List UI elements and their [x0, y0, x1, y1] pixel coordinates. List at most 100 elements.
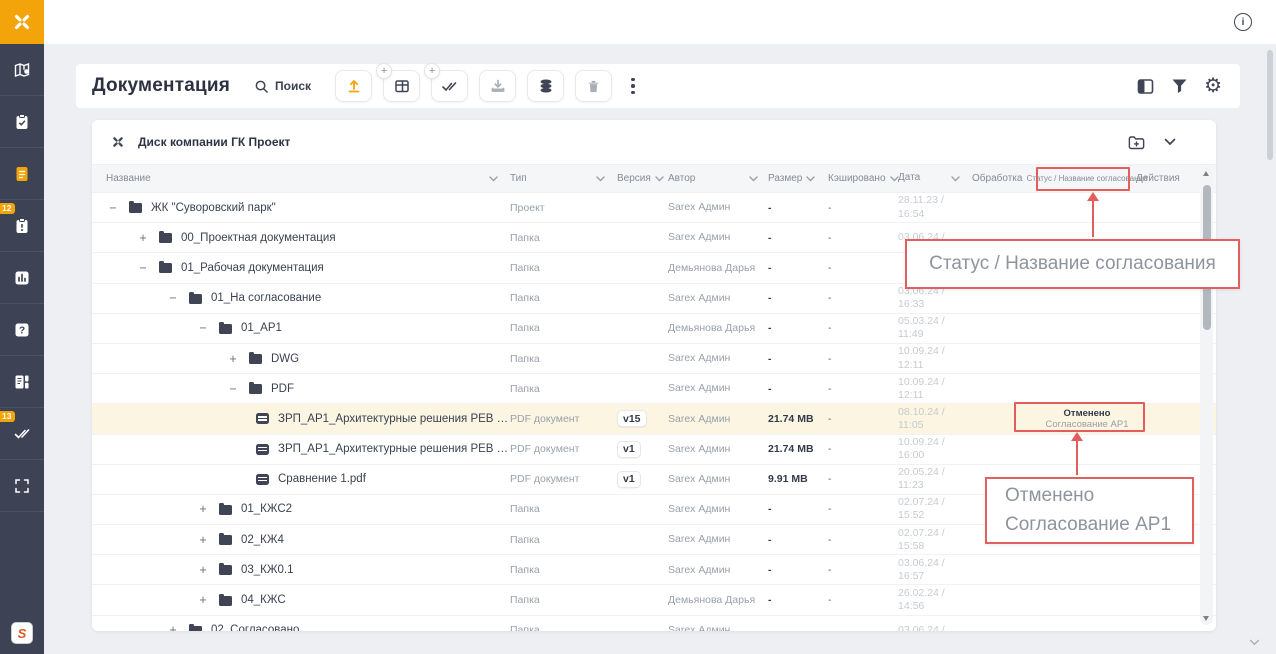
version-badge[interactable]: v1 [617, 471, 641, 488]
item-name[interactable]: 01_АР1 [241, 322, 282, 334]
table-row[interactable]: ЗРП_АР1_Архитектурные решения РЕВ 2.pdfP… [92, 435, 1216, 465]
item-name[interactable]: ЗРП_АР1_Архитектурные решения РЕВ 1.pdf [278, 413, 510, 425]
table-row[interactable]: +03_КЖ0.1ПапкаSarex Админ--03.06.24 /16:… [92, 555, 1216, 585]
item-name[interactable]: 01_КЖС2 [241, 503, 292, 515]
sidebar-item-tasks[interactable] [0, 96, 44, 148]
date-text: 10.09.24 / [898, 345, 972, 358]
annotation-arrow-up-2 [1076, 440, 1078, 475]
download-button[interactable] [479, 70, 516, 102]
tasks-icon [12, 112, 32, 132]
date-text: 02.07.24 / [898, 496, 972, 509]
version-badge[interactable]: v15 [617, 410, 647, 427]
new-folder-icon[interactable] [1127, 134, 1146, 151]
sidebar-item-analytics[interactable] [0, 252, 44, 304]
sort-chevron-icon [951, 176, 960, 182]
expand-toggle[interactable]: + [226, 352, 240, 366]
drive-collapse-chevron-icon[interactable] [1164, 138, 1176, 146]
item-name[interactable]: 02_КЖ4 [241, 534, 284, 546]
column-header-date[interactable]: Дата [898, 172, 972, 185]
table-row[interactable]: −PDFПапкаSarex Админ--10.09.24 /12:11 [92, 374, 1216, 404]
delete-button[interactable] [575, 70, 612, 102]
column-header-author[interactable]: Автор [668, 173, 768, 185]
expand-toggle[interactable]: + [196, 563, 210, 577]
app-logo[interactable] [0, 0, 44, 44]
settings-gear-icon[interactable]: ⚙ [1204, 76, 1222, 96]
item-name[interactable]: 01_На согласование [211, 292, 321, 304]
sidebar-item-help[interactable]: ? [0, 304, 44, 356]
table-row[interactable]: +04_КЖСПапкаДемьянова Дарья--26.02.24 /1… [92, 585, 1216, 615]
page-scroll-down-icon[interactable] [1249, 639, 1260, 646]
cached-cell: - [828, 262, 898, 274]
size-cell: 9.91 MB [768, 473, 828, 485]
time-text: 14:56 [898, 600, 972, 613]
date-text: 03.06.24 / [898, 624, 972, 631]
side-panel-icon[interactable] [1136, 77, 1155, 96]
pdf-file-icon [256, 413, 269, 424]
item-name[interactable]: ЗРП_АР1_Архитектурные решения РЕВ 2.pdf [278, 443, 510, 455]
size-cell: - [768, 202, 828, 214]
expand-toggle[interactable]: + [136, 231, 150, 245]
collapse-toggle[interactable]: − [196, 321, 210, 335]
item-name[interactable]: 02_Согласовано [211, 624, 299, 631]
item-name[interactable]: 03_КЖ0.1 [241, 564, 294, 576]
table-row[interactable]: ЗРП_АР1_Архитектурные решения РЕВ 1.pdfP… [92, 404, 1216, 434]
item-name[interactable]: PDF [271, 383, 294, 395]
date-text: 26.02.24 / [898, 587, 972, 600]
page-scrollbar-thumb[interactable] [1267, 50, 1273, 160]
column-label: Размер [768, 173, 802, 184]
filter-icon[interactable] [1171, 78, 1188, 94]
item-name[interactable]: Сравнение 1.pdf [278, 473, 366, 485]
table-row[interactable]: +DWGПапкаSarex Админ--10.09.24 /12:11 [92, 344, 1216, 374]
sidebar-item-inspections[interactable]: 12 [0, 200, 44, 252]
collapse-toggle[interactable]: − [136, 261, 150, 275]
column-header-type[interactable]: Тип [510, 173, 617, 184]
expand-toggle[interactable]: + [166, 623, 180, 631]
column-header-cached[interactable]: Кэшировано [828, 173, 898, 184]
table-row[interactable]: −01_АР1ПапкаДемьянова Дарья--05.03.24 /1… [92, 314, 1216, 344]
cache-button[interactable] [527, 70, 564, 102]
column-header-size[interactable]: Размер [768, 173, 828, 184]
column-label: Кэшировано [828, 173, 886, 184]
date-cell: 10.09.24 /12:11 [898, 376, 972, 402]
scroll-up-icon[interactable] [1203, 171, 1209, 176]
drive-row[interactable]: Диск компании ГК Проект [92, 120, 1216, 164]
collapse-toggle[interactable]: − [226, 382, 240, 396]
table-row[interactable]: +02_СогласованоПапкаSarex Админ03.06.24 … [92, 616, 1216, 631]
item-name[interactable]: 01_Рабочая документация [181, 262, 324, 274]
item-name[interactable]: DWG [271, 353, 299, 365]
upload-button[interactable] [335, 70, 372, 102]
author-cell: Демьянова Дарья [668, 594, 768, 607]
column-header-name[interactable]: Название [92, 173, 510, 184]
create-table-button[interactable]: + [383, 70, 420, 102]
type-cell: Папка [510, 353, 617, 365]
table-scrollbar[interactable] [1200, 167, 1213, 625]
sidebar-item-map[interactable] [0, 44, 44, 96]
create-approval-button[interactable]: + [431, 70, 468, 102]
info-icon[interactable]: i [1234, 13, 1252, 31]
expand-toggle[interactable]: + [196, 502, 210, 516]
item-name[interactable]: ЖК "Суворовский парк" [151, 202, 276, 214]
column-header-version[interactable]: Версия [617, 173, 668, 184]
user-avatar[interactable]: S [11, 622, 33, 644]
folder-icon [249, 354, 262, 364]
item-name[interactable]: 00_Проектная документация [181, 232, 336, 244]
expand-toggle[interactable]: + [196, 533, 210, 547]
author-cell: Sarex Админ [668, 564, 768, 577]
scroll-down-icon[interactable] [1203, 616, 1209, 621]
author-cell: Sarex Админ [668, 503, 768, 516]
documents-icon [12, 164, 32, 184]
status-cell[interactable]: ОтмененоСогласование АР1 [1038, 408, 1136, 430]
more-actions-button[interactable] [627, 74, 639, 99]
sidebar-item-expand[interactable] [0, 460, 44, 512]
sidebar-item-documents[interactable] [0, 148, 44, 200]
sidebar-item-approvals[interactable]: 13 [0, 408, 44, 460]
time-text: 11:49 [898, 328, 972, 341]
search-control[interactable]: Поиск [254, 79, 311, 94]
table-row[interactable]: −ЖК "Суворовский парк"ПроектSarex Админ-… [92, 193, 1216, 223]
item-name[interactable]: 04_КЖС [241, 594, 286, 606]
collapse-toggle[interactable]: − [166, 291, 180, 305]
sidebar-item-forms[interactable] [0, 356, 44, 408]
expand-toggle[interactable]: + [196, 593, 210, 607]
version-badge[interactable]: v1 [617, 441, 641, 458]
collapse-toggle[interactable]: − [106, 201, 120, 215]
